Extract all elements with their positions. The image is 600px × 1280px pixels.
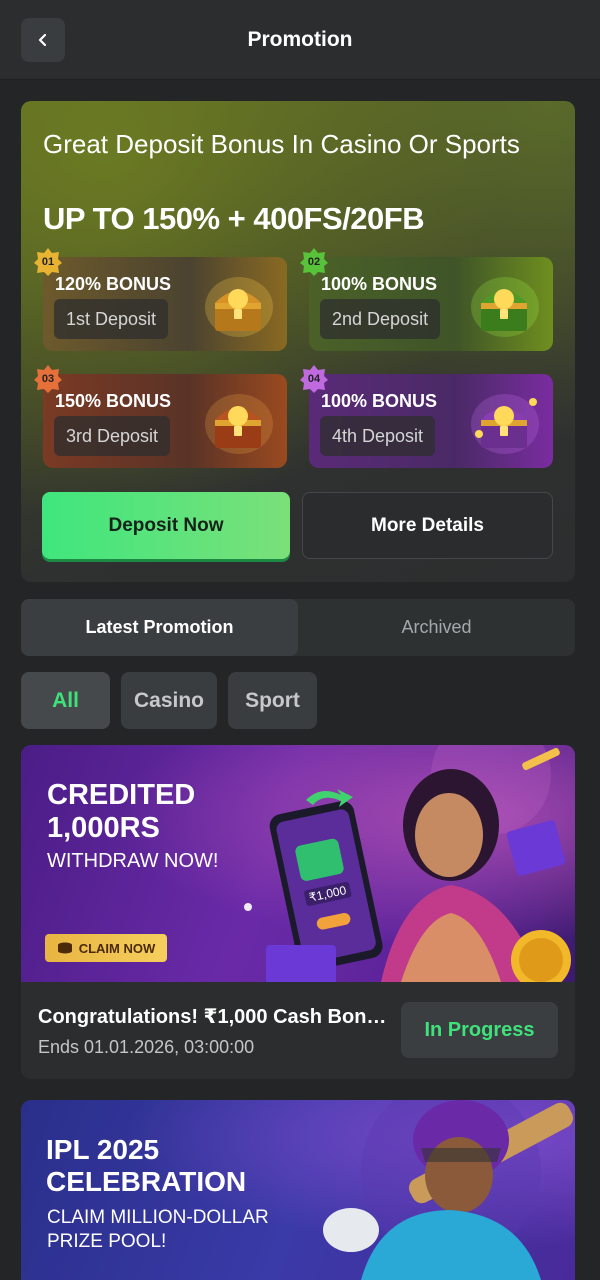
page-title: Promotion (247, 27, 353, 51)
bonus-label: 100% BONUS (321, 274, 438, 294)
badge-number: 04 (307, 373, 321, 385)
deposit-chip: 2nd Deposit (320, 299, 441, 339)
treasure-chest-icon (205, 394, 273, 454)
treasure-chest-icon (205, 277, 273, 337)
badge-02-icon: 02 (299, 247, 329, 277)
bonus-tile-2[interactable]: 100% BONUS 2nd Deposit 02 (300, 248, 553, 351)
claim-now-label: CLAIM NOW (78, 940, 156, 956)
bonus-tile-4[interactable]: 100% BONUS 4th Deposit 04 (300, 365, 553, 468)
deposit-now-button[interactable]: Deposit Now (42, 492, 290, 559)
badge-number: 01 (41, 256, 55, 268)
claim-now-button[interactable]: CLAIM NOW (45, 934, 167, 962)
status-badge: In Progress (401, 1002, 558, 1058)
badge-number: 02 (307, 256, 321, 268)
deposit-chip: 3rd Deposit (54, 416, 171, 456)
badge-04-icon: 04 (299, 364, 329, 394)
banner-subtitle: WITHDRAW NOW! (47, 850, 219, 872)
hero-subtitle: UP TO 150% + 400FS/20FB (43, 201, 425, 236)
filter-sport[interactable]: Sport (228, 672, 317, 729)
filter-all[interactable]: All (21, 672, 110, 729)
filter-casino[interactable]: Casino (121, 672, 217, 729)
hero-title: Great Deposit Bonus In Casino Or Sports (43, 129, 520, 159)
tab-latest-promotion[interactable]: Latest Promotion (21, 599, 298, 656)
bonus-label: 100% BONUS (321, 391, 438, 411)
promo-banner[interactable]: ₹1,000 CREDITED 1,000RS WITHDRAW NOW! CL… (21, 745, 575, 982)
bonus-tile-3[interactable]: 150% BONUS 3rd Deposit 03 (34, 365, 287, 468)
badge-number: 03 (41, 373, 55, 385)
bonus-label: 120% BONUS (55, 274, 172, 294)
promo-banner-ipl[interactable]: IPL 2025 CELEBRATION CLAIM MILLION-DOLLA… (21, 1100, 575, 1280)
bonus-label: 150% BONUS (55, 391, 172, 411)
bonus-tile-1[interactable]: 120% BONUS 1st Deposit 01 (34, 248, 287, 351)
more-details-button[interactable]: More Details (302, 492, 553, 559)
chevron-left-icon (38, 33, 47, 47)
promo-end-date: Ends 01.01.2026, 03:00:00 (38, 1037, 255, 1057)
promo-card[interactable]: ₹1,000 CREDITED 1,000RS WITHDRAW NOW! CL… (21, 745, 575, 1079)
promotion-tabs: Latest Promotion Archived (21, 599, 575, 656)
top-bar: Promotion (0, 0, 600, 80)
promo-description: Congratulations! ₹1,000 Cash Bonus (38, 1006, 388, 1028)
back-button[interactable] (21, 18, 65, 62)
treasure-chest-icon (471, 394, 539, 454)
badge-03-icon: 03 (33, 364, 63, 394)
banner-title: CREDITED 1,000RS (47, 779, 196, 844)
banner-title: IPL 2025 CELEBRATION (46, 1134, 247, 1197)
coin-stack-icon (57, 942, 72, 954)
treasure-chest-icon (471, 277, 539, 337)
deposit-bonus-card: Great Deposit Bonus In Casino Or Sports … (21, 101, 575, 582)
badge-01-icon: 01 (33, 247, 63, 277)
deposit-chip: 1st Deposit (54, 299, 169, 339)
banner-subtitle: CLAIM MILLION-DOLLAR PRIZE POOL! (47, 1207, 269, 1252)
deposit-chip: 4th Deposit (320, 416, 436, 456)
tab-archived[interactable]: Archived (298, 599, 575, 656)
